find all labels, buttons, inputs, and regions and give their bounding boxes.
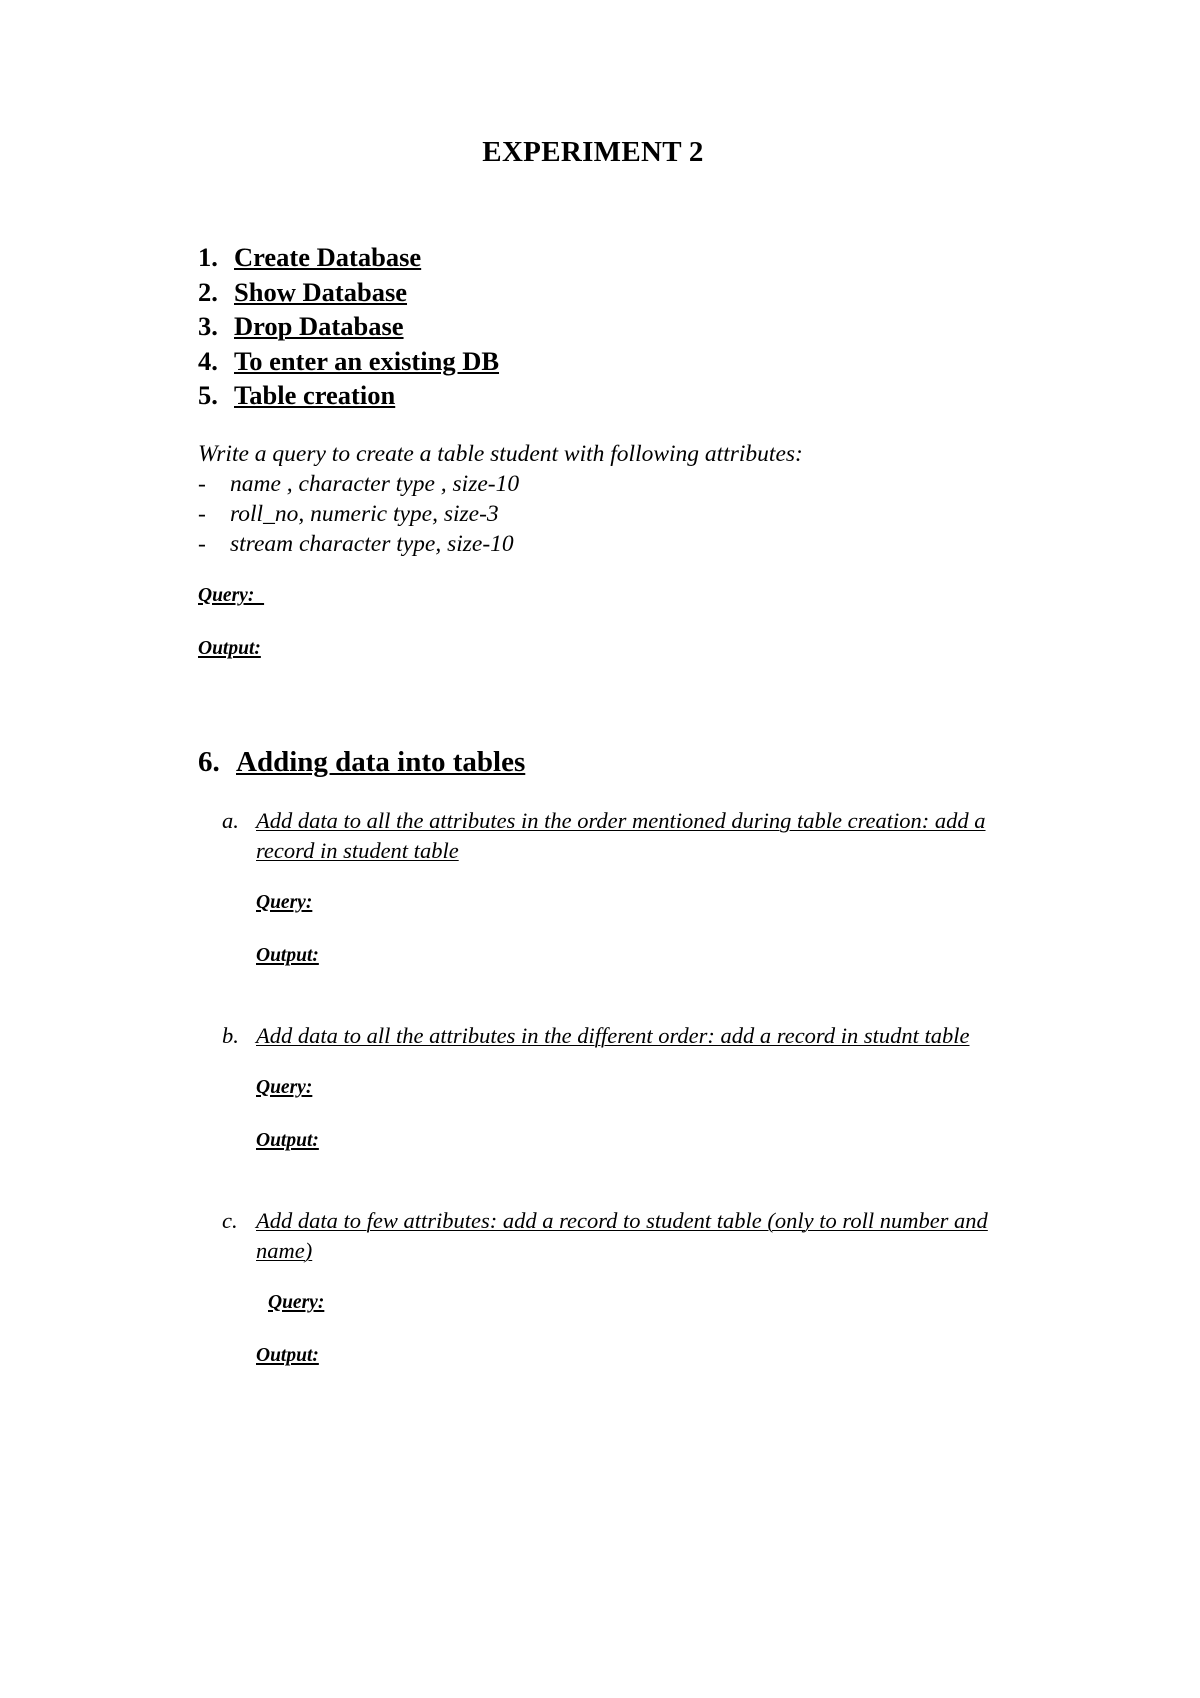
output-label: Output: (256, 944, 319, 966)
list-item-label: Create Database (234, 242, 422, 273)
section6-subitems: a. Add data to all the attributes in the… (222, 806, 998, 1369)
sub-item-c-labels: Query: Output: (256, 1290, 998, 1369)
sub-item-letter: c. (222, 1207, 238, 1233)
list-item-label: Drop Database (234, 311, 404, 342)
output-label-row: Output: (198, 636, 998, 662)
query-label-row: Query: (268, 1290, 998, 1316)
list-item: - name , character type , size-10 (198, 469, 998, 499)
sub-item-b: b. Add data to all the attributes in the… (222, 1021, 998, 1051)
list-item-number: 4. (198, 345, 218, 376)
list-item-number: 3. (198, 311, 218, 342)
attribute-text: roll_no, numeric type, size-3 (230, 500, 499, 527)
query-label-row: Query: (198, 583, 998, 609)
sub-item-text: Add data to all the attributes in the di… (256, 1022, 970, 1048)
attribute-text: stream character type, size-10 (230, 530, 514, 557)
section-number: 6. (198, 745, 220, 778)
query-label-row: Query: (256, 1075, 998, 1101)
output-label-row: Output: (256, 1343, 998, 1369)
output-label-row: Output: (256, 943, 998, 969)
sub-item-text: Add data to all the attributes in the or… (256, 807, 986, 863)
query-label-row: Query: (256, 890, 998, 916)
list-item-label: Show Database (234, 276, 408, 307)
list-item-label: To enter an existing DB (234, 345, 500, 376)
list-item: 3. Drop Database (198, 309, 998, 344)
section-heading-6: 6. Adding data into tables (198, 744, 998, 780)
section-title: Adding data into tables (236, 745, 526, 778)
sub-item-a: a. Add data to all the attributes in the… (222, 806, 998, 866)
list-item: - stream character type, size-10 (198, 529, 998, 559)
dash-bullet: - (198, 470, 206, 497)
list-item-number: 1. (198, 242, 218, 273)
output-label: Output: (256, 1129, 319, 1151)
page-title: EXPERIMENT 2 (482, 136, 704, 168)
query-label: Query: (268, 1291, 325, 1313)
sub-item-a-labels: Query: Output: (256, 890, 998, 969)
document-content: EXPERIMENT 2 1. Create Database 2. Show … (198, 0, 998, 1369)
output-label: Output: (256, 1344, 319, 1366)
dash-bullet: - (198, 530, 206, 557)
attribute-text: name , character type , size-10 (230, 470, 520, 497)
attribute-list: - name , character type , size-10 - roll… (198, 469, 998, 559)
dash-bullet: - (198, 500, 206, 527)
list-item: 5. Table creation (198, 378, 998, 413)
intro-paragraph: Write a query to create a table student … (198, 440, 803, 467)
query-label: Query: (198, 584, 265, 606)
main-numbered-list: 1. Create Database 2. Show Database 3. D… (198, 240, 998, 413)
list-item: 4. To enter an existing DB (198, 344, 998, 379)
list-item: - roll_no, numeric type, size-3 (198, 499, 998, 529)
list-item: 2. Show Database (198, 275, 998, 310)
document-page: EXPERIMENT 2 1. Create Database 2. Show … (0, 0, 1200, 1698)
list-item: 1. Create Database (198, 240, 998, 275)
sub-item-letter: a. (222, 807, 239, 833)
sub-item-letter: b. (222, 1022, 239, 1048)
query-label: Query: (256, 891, 313, 913)
output-label-row: Output: (256, 1128, 998, 1154)
list-item-number: 2. (198, 276, 218, 307)
list-item-label: Table creation (234, 380, 396, 411)
sub-item-b-labels: Query: Output: (256, 1075, 998, 1154)
list-item-number: 5. (198, 380, 218, 411)
sub-item-text: Add data to few attributes: add a record… (256, 1207, 988, 1263)
sub-item-c: c. Add data to few attributes: add a rec… (222, 1206, 998, 1266)
query-label: Query: (256, 1076, 313, 1098)
output-label: Output: (198, 637, 261, 659)
